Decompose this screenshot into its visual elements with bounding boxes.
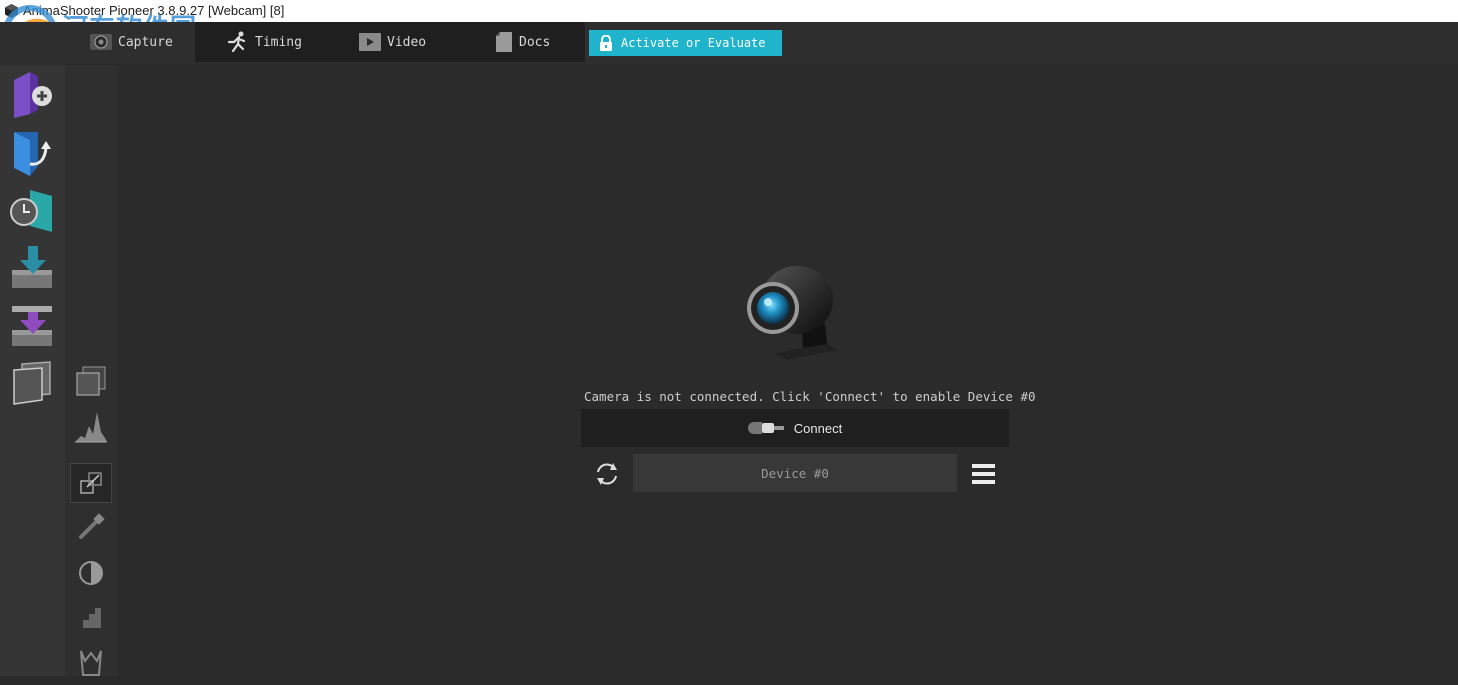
refresh-devices-button[interactable] [592,459,622,489]
import-icon [12,246,52,288]
view-toolbar [65,65,117,676]
contrast-button[interactable] [73,555,109,591]
tab-timing[interactable]: Timing [225,22,302,62]
camera-status-message: Camera is not connected. Click 'Connect'… [584,389,1036,404]
refresh-icon [597,463,617,485]
window-title: AnimaShooter Pioneer 3.8.9.27 [Webcam] [… [23,3,285,18]
running-man-icon [227,31,246,53]
tab-timing-label: Timing [255,34,302,50]
histogram-icon [75,412,107,443]
activate-label: Activate or Evaluate [621,36,766,50]
document-icon [496,32,512,52]
tab-capture[interactable]: Capture [90,22,173,62]
activate-button[interactable]: Activate or Evaluate [589,30,782,56]
eyedropper-button[interactable] [73,509,109,545]
connect-label: Connect [793,420,843,436]
device-selector[interactable]: Device #0 [633,454,957,492]
tab-video-label: Video [387,34,427,50]
title-bar: AnimaShooter Pioneer 3.8.9.27 [Webcam] [… [0,0,1458,22]
export-icon [12,306,52,346]
app-icon [5,4,18,18]
hamburger-menu-icon [972,464,995,484]
device-label: Device #0 [761,465,829,481]
open-project-button[interactable] [8,128,58,178]
frames-button[interactable] [8,360,58,410]
tab-bar: Capture Timing Video Docs Activate or Ev… [0,22,1458,87]
plug-icon [747,422,784,434]
tab-docs[interactable]: Docs [495,22,550,62]
steps-icon [81,608,101,628]
import-button[interactable] [8,244,58,294]
onion-skin-icon [76,366,106,396]
new-project-button[interactable] [8,70,58,120]
export-button[interactable] [8,302,58,352]
onion-skin-button[interactable] [73,363,109,399]
new-project-icon [14,72,52,118]
recent-project-button[interactable] [8,186,58,236]
eyedropper-icon [79,513,105,539]
recent-project-icon [10,190,52,232]
capture-viewport [117,65,1458,676]
resize-icon [80,472,102,494]
open-project-icon [14,132,51,176]
contrast-icon [79,561,103,585]
webcam-icon [747,266,837,360]
connect-button[interactable]: Connect [581,409,1009,447]
tab-video[interactable]: Video [359,22,426,62]
tab-docs-label: Docs [519,34,551,50]
steps-button[interactable] [73,600,109,636]
aperture-icon [90,34,112,50]
tab-capture-label: Capture [118,34,173,50]
play-icon [359,33,381,51]
histogram-button[interactable] [73,408,109,444]
resize-button[interactable] [70,463,112,503]
lock-icon [600,35,612,51]
device-menu-button[interactable] [970,461,998,487]
left-toolbar [0,65,65,676]
frames-icon [13,361,51,405]
